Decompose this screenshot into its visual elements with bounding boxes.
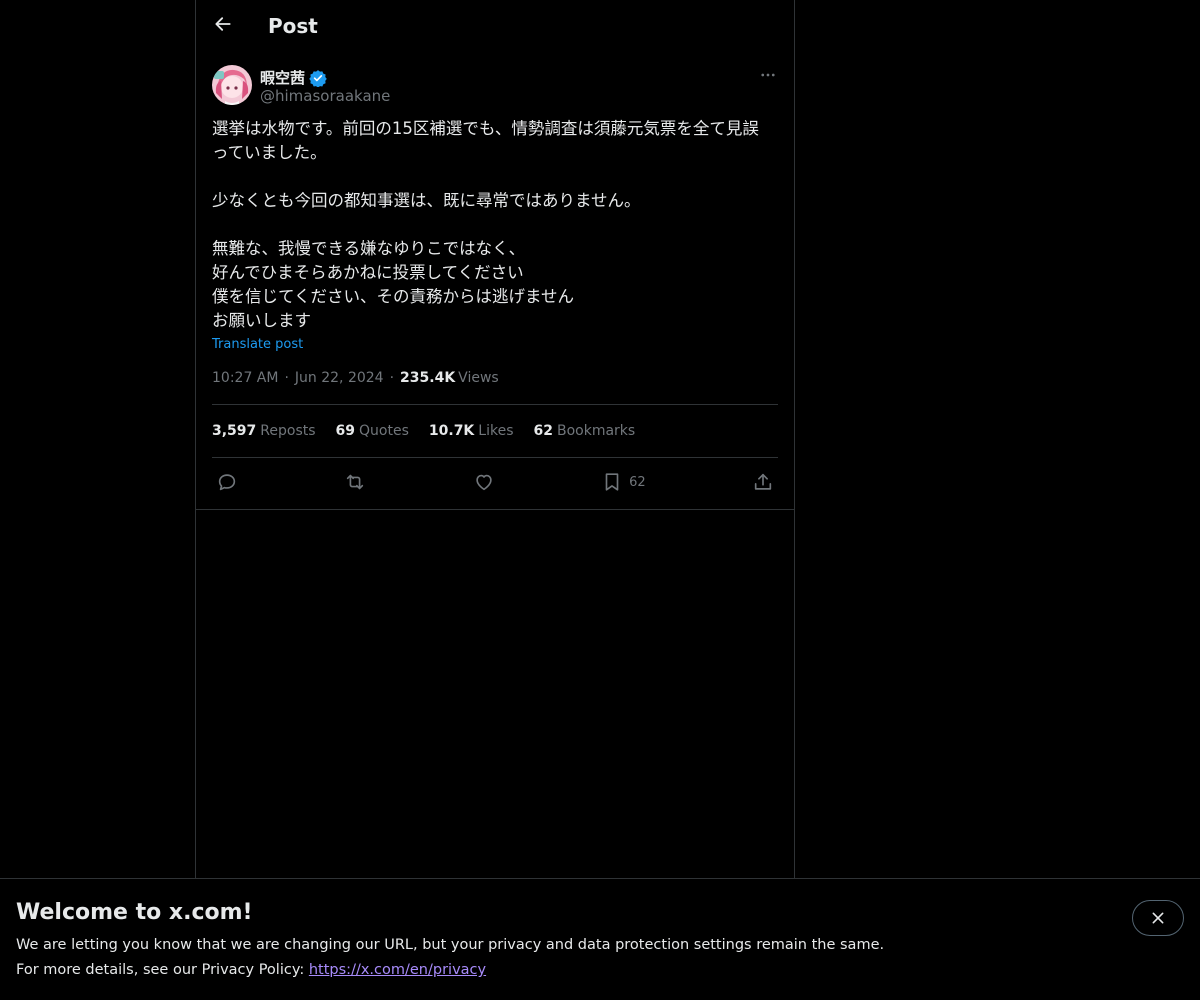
banner-privacy-prefix: For more details, see our Privacy Policy… — [16, 962, 309, 978]
likes-count: 10.7K — [428, 423, 475, 439]
translate-post-link[interactable]: Translate post — [212, 337, 303, 352]
repost-button[interactable] — [340, 466, 370, 498]
reply-icon — [218, 474, 236, 491]
repost-icon — [347, 474, 364, 490]
back-button[interactable] — [206, 7, 240, 41]
views-count: 235.4K — [400, 370, 456, 386]
post-text-line: 無難な、我慢できる嫌なゆりこではなく、 — [212, 239, 526, 258]
quotes-stat[interactable]: 69 Quotes — [336, 423, 409, 439]
post-text-line: 少なくとも今回の都知事選は、既に尋常ではありません。 — [212, 191, 641, 210]
post-author: 暇空茜 @himasoraakane — [212, 65, 778, 111]
meta-separator: · — [284, 370, 289, 386]
author-name[interactable]: 暇空茜 — [260, 67, 327, 88]
post-text-line: お願いします — [212, 311, 311, 330]
close-icon — [1152, 912, 1164, 924]
page-title: Post — [268, 14, 318, 38]
likes-label: Likes — [478, 423, 514, 439]
bookmarks-count: 62 — [533, 423, 553, 439]
reposts-count: 3,597 — [212, 423, 257, 439]
share-icon — [754, 473, 772, 490]
more-button[interactable] — [758, 65, 778, 85]
reply-button[interactable] — [212, 466, 242, 498]
post-text-line: っていました。 — [212, 143, 327, 162]
banner-text: We are letting you know that we are chan… — [16, 937, 885, 953]
author-name-text: 暇空茜 — [260, 69, 306, 87]
privacy-policy-link[interactable]: https://x.com/en/privacy — [309, 962, 486, 978]
post-text-spacer — [212, 165, 778, 189]
post-meta: 10:27 AM · Jun 22, 2024 · 235.4K Views — [212, 368, 778, 388]
verified-badge-icon — [309, 69, 327, 87]
post-actions: 62 — [212, 458, 778, 506]
post-views: 235.4K Views — [400, 370, 499, 386]
post-text: 選挙は水物です。前回の15区補選でも、情勢調査は須藤元気票を全て見誤 っていまし… — [212, 117, 778, 333]
banner-text-privacy: For more details, see our Privacy Policy… — [16, 962, 486, 978]
reposts-stat[interactable]: 3,597 Reposts — [212, 423, 316, 439]
bookmark-button[interactable]: 62 — [597, 466, 650, 498]
banner-title: Welcome to x.com! — [16, 900, 253, 925]
main-column: Post 暇空茜 @himasoraakane 選挙は水物です。前回の15区補選… — [195, 0, 795, 878]
post-date[interactable]: Jun 22, 2024 — [295, 370, 384, 386]
bookmarks-label: Bookmarks — [556, 423, 636, 439]
post-stats: 3,597 Reposts 69 Quotes 10.7K Likes 62 B… — [212, 405, 778, 457]
post-text-line: 僕を信じてください、その責務からは逃げません — [212, 287, 575, 306]
heart-icon — [476, 474, 492, 491]
post-container: Post 暇空茜 @himasoraakane 選挙は水物です。前回の15区補選… — [196, 0, 794, 510]
post-text-line: 選挙は水物です。前回の15区補選でも、情勢調査は須藤元気票を全て見誤 — [212, 119, 759, 138]
post-time[interactable]: 10:27 AM — [212, 370, 278, 386]
post-text-line: 好んでひまそらあかねに投票してください — [212, 263, 524, 282]
views-label: Views — [458, 370, 499, 386]
welcome-banner: Welcome to x.com! We are letting you kno… — [0, 878, 1200, 1000]
quotes-label: Quotes — [359, 423, 409, 439]
like-button[interactable] — [469, 466, 499, 498]
author-handle[interactable]: @himasoraakane — [260, 87, 390, 105]
bookmarks-stat[interactable]: 62 Bookmarks — [534, 423, 636, 439]
close-button[interactable] — [1132, 900, 1184, 936]
more-horizontal-icon — [761, 73, 775, 77]
bookmark-icon — [605, 473, 619, 491]
quotes-count: 69 — [335, 423, 356, 439]
avatar[interactable] — [212, 65, 252, 105]
meta-separator: · — [389, 370, 395, 386]
likes-stat[interactable]: 10.7K Likes — [429, 423, 514, 439]
arrow-left-icon — [215, 17, 231, 31]
reposts-label: Reposts — [260, 423, 316, 439]
share-button[interactable] — [748, 466, 778, 498]
post-header: Post — [196, 0, 794, 54]
post-text-spacer — [212, 213, 778, 237]
bookmark-count: 62 — [629, 474, 646, 490]
